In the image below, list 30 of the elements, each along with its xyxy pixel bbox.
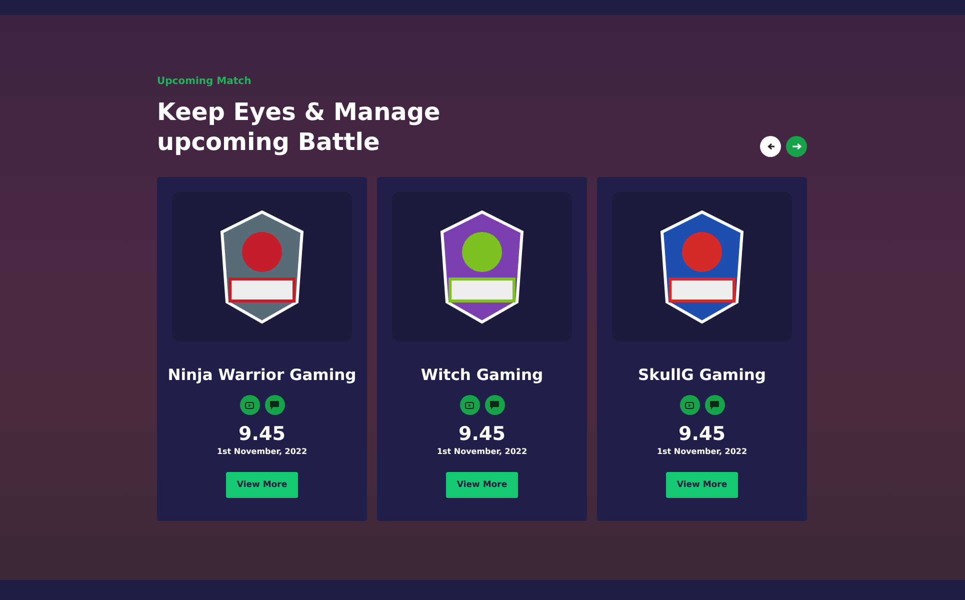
match-date: 1st November, 2022 [656, 447, 748, 456]
match-date: 1st November, 2022 [216, 447, 308, 456]
right-arrow-icon [791, 141, 802, 152]
chat-icon [270, 400, 279, 410]
view-more-button[interactable]: View More [666, 472, 738, 498]
chat-link[interactable] [264, 395, 284, 415]
video-link[interactable] [460, 395, 480, 415]
next-button[interactable] [786, 136, 807, 157]
section-title: Keep Eyes & Manage upcoming Battle [157, 97, 440, 157]
video-link[interactable] [240, 395, 260, 415]
chat-icon [710, 400, 719, 410]
team-name: SkullG Gaming [638, 366, 766, 384]
match-date: 1st November, 2022 [436, 447, 528, 456]
view-more-button[interactable]: View More [226, 472, 298, 498]
video-icon [245, 402, 254, 408]
score: 9.45 [458, 423, 506, 445]
score: 9.45 [678, 423, 726, 445]
video-icon [465, 402, 474, 408]
chat-link[interactable] [484, 395, 504, 415]
team-name: Witch Gaming [420, 366, 544, 384]
previous-button[interactable] [760, 136, 781, 157]
eyebrow-text: Upcoming Match [157, 76, 252, 87]
video-link[interactable] [680, 395, 700, 415]
view-more-button[interactable]: View More [446, 472, 518, 498]
team-name: Ninja Warrior Gaming [168, 366, 356, 384]
chat-icon [490, 400, 499, 410]
video-icon [685, 402, 694, 408]
chat-link[interactable] [704, 395, 724, 415]
left-arrow-icon [765, 141, 776, 152]
score: 9.45 [238, 423, 286, 445]
